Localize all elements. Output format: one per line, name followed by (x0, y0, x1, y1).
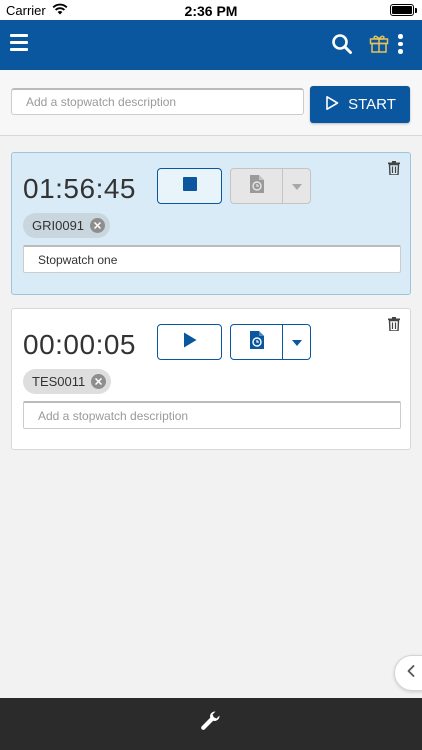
log-options-dropdown[interactable] (283, 325, 310, 359)
more-vert-icon[interactable] (398, 34, 404, 57)
stopwatch-card: 01:56:45 GRI0091 (11, 152, 411, 295)
remove-tag-icon[interactable] (91, 374, 107, 389)
log-time-button[interactable] (231, 325, 283, 359)
stopwatch-card: 00:00:05 TES0011 (11, 308, 411, 450)
log-time-split-button[interactable] (230, 168, 311, 204)
play-outline-icon (324, 95, 340, 115)
stop-icon (182, 176, 197, 196)
start-label: START (348, 96, 396, 113)
new-stopwatch-row: START (0, 70, 422, 136)
timesheet-icon (248, 174, 266, 199)
trash-icon (388, 317, 400, 335)
bottom-toolbar (0, 698, 422, 750)
stopwatch-time: 00:00:05 (23, 329, 136, 360)
gift-icon[interactable] (368, 32, 390, 59)
tag-label: TES0011 (32, 374, 86, 389)
delete-stopwatch-button[interactable] (388, 161, 400, 180)
trash-icon (388, 161, 400, 179)
wrench-icon[interactable] (200, 710, 222, 737)
status-bar: Carrier 2:36 PM (0, 0, 422, 20)
delete-stopwatch-button[interactable] (388, 317, 400, 336)
menu-icon[interactable] (10, 34, 28, 51)
log-time-button[interactable] (231, 169, 283, 203)
stopwatch-description-input[interactable] (11, 88, 304, 115)
search-icon[interactable] (331, 33, 353, 60)
stopwatch-time: 01:56:45 (23, 173, 136, 204)
job-tag: TES0011 (23, 369, 112, 394)
start-button[interactable]: START (310, 86, 410, 123)
remove-tag-icon[interactable] (90, 218, 106, 233)
log-time-split-button[interactable] (230, 324, 311, 360)
job-tag: GRI0091 (23, 213, 111, 238)
clock: 2:36 PM (184, 3, 238, 19)
battery-icon (390, 4, 417, 16)
caret-down-icon (291, 177, 302, 195)
stop-button[interactable] (157, 168, 222, 204)
caret-down-icon (291, 333, 302, 351)
stopwatch-description-field[interactable] (23, 401, 401, 429)
timesheet-icon (248, 330, 266, 355)
tag-label: GRI0091 (32, 218, 85, 233)
play-button[interactable] (157, 324, 222, 360)
stopwatch-description-field[interactable] (23, 245, 401, 273)
play-icon (183, 332, 197, 353)
app-header (0, 20, 422, 70)
chevron-left-icon (407, 664, 415, 682)
log-options-dropdown[interactable] (283, 169, 310, 203)
side-panel-toggle[interactable] (394, 655, 422, 691)
